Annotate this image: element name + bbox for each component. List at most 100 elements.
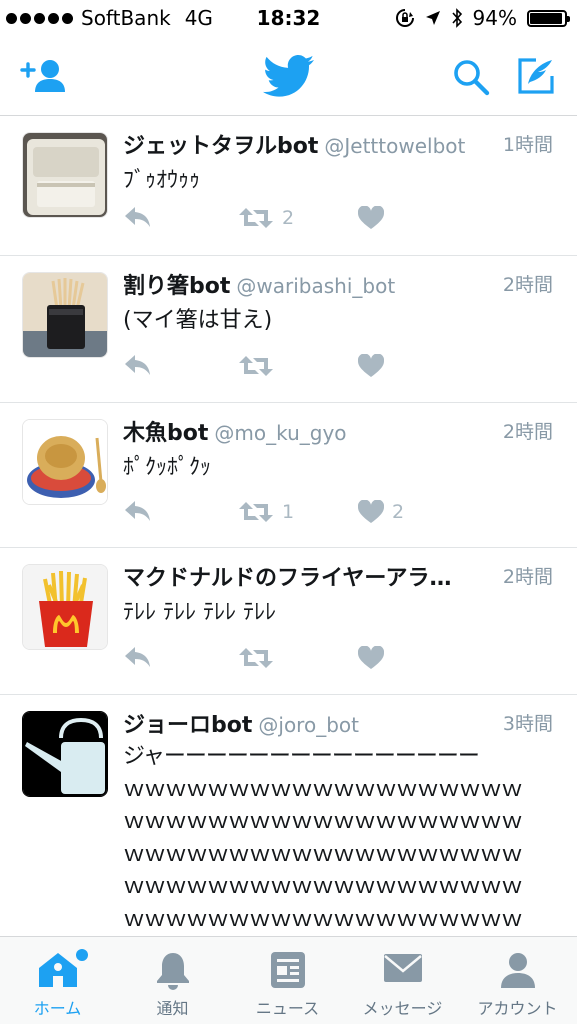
tweet-actions: 2 [123, 206, 523, 238]
bluetooth-icon [451, 8, 462, 28]
tweet-time: 1時間 [496, 130, 553, 157]
tweet-text-line: ｗｗｗｗｗｗｗｗｗｗｗｗｗｗｗｗｗｗｗ [123, 776, 523, 802]
tab-label: 通知 [156, 999, 189, 1018]
user-handle[interactable]: @Jetttowelbot [324, 134, 465, 158]
tab-messages[interactable]: メッセージ [345, 937, 460, 1025]
status-right: 94% [395, 6, 570, 30]
reply-icon [125, 501, 150, 521]
user-handle[interactable]: @waribashi_bot [236, 274, 395, 298]
tweet-header: ジェットタヲルbot @Jetttowelbot [123, 128, 553, 162]
tweet-text-line: ｗｗｗｗｗｗｗｗｗｗｗｗｗｗｗｗｗｗｗ [123, 809, 523, 834]
heart-icon [358, 206, 384, 229]
tab-news[interactable]: ニュース [230, 937, 345, 1025]
reply-button[interactable] [123, 500, 153, 522]
reply-button[interactable] [123, 206, 153, 228]
avatar[interactable] [22, 564, 108, 650]
bottom-tab-bar: ホーム 通知 ニュース メッセージ アカウント [0, 936, 577, 1024]
tweet[interactable]: 木魚bot @mo_ku_gyo 2時間 ﾎﾟｸｯﾎﾟｸｯ 1 2 [0, 403, 577, 548]
notification-badge [76, 949, 88, 961]
tab-notifications[interactable]: 通知 [115, 937, 230, 1025]
reply-icon [125, 355, 150, 375]
timeline[interactable]: ジェットタヲルbot @Jetttowelbot 1時間 ﾌﾞｩｵｳｩｩ 2 割… [0, 116, 577, 936]
display-name[interactable]: ジョーロbot [123, 713, 252, 738]
display-name[interactable]: マクドナルドのフライヤーアラ… [123, 566, 451, 591]
tweet-text: ﾃﾚﾚ ﾃﾚﾚ ﾃﾚﾚ ﾃﾚﾚ [123, 600, 276, 625]
reply-icon [125, 647, 150, 667]
tweet-header: ジョーロbot @joro_bot [123, 707, 553, 741]
like-count: 2 [392, 501, 405, 523]
retweet-icon [239, 208, 273, 228]
avatar[interactable] [22, 132, 108, 218]
avatar[interactable] [22, 419, 108, 505]
tweet-actions [123, 354, 523, 386]
tweet-time: 2時間 [496, 417, 553, 444]
tweet-text-line: ｗｗｗｗｗｗｗｗｗｗｗｗｗｗｗｗｗｗｗ [123, 906, 523, 932]
person-icon [500, 953, 535, 988]
tweet[interactable]: マクドナルドのフライヤーアラ… 2時間 ﾃﾚﾚ ﾃﾚﾚ ﾃﾚﾚ ﾃﾚﾚ [0, 548, 577, 695]
jet-towel-dryer-image [23, 133, 107, 217]
retweet-button[interactable]: 2 [238, 206, 294, 230]
tab-label: ニュース [255, 999, 320, 1018]
user-handle[interactable]: @mo_ku_gyo [214, 421, 346, 445]
search-icon[interactable] [452, 58, 490, 96]
tweet-text-line: ｗｗｗｗｗｗｗｗｗｗｗｗｗｗｗｗｗｗｗ [123, 874, 523, 899]
status-bar: SoftBank 4G 18:32 94% [0, 0, 577, 38]
chopsticks-holder-image [23, 273, 107, 357]
tweet-time: 2時間 [496, 562, 553, 589]
tweet-time: 3時間 [496, 709, 553, 736]
tab-label: メッセージ [362, 999, 443, 1018]
add-user-icon[interactable] [20, 58, 68, 94]
reply-button[interactable] [123, 646, 153, 668]
news-icon [270, 952, 305, 988]
avatar[interactable] [22, 711, 108, 797]
tweet-text: (マイ箸は甘え) [123, 308, 273, 333]
like-button[interactable] [358, 206, 392, 230]
retweet-button[interactable]: 1 [238, 500, 294, 524]
retweet-icon [239, 502, 273, 522]
display-name[interactable]: 木魚bot [123, 421, 208, 446]
tweet[interactable]: 割り箸bot @waribashi_bot 2時間 (マイ箸は甘え) [0, 256, 577, 403]
mcdonalds-fries-image [23, 565, 107, 649]
tweet-header: マクドナルドのフライヤーアラ… [123, 560, 553, 594]
heart-icon [358, 646, 384, 669]
like-button[interactable] [358, 354, 392, 378]
battery-icon [527, 9, 570, 27]
retweet-count: 2 [282, 207, 295, 229]
tweet[interactable]: ジョーロbot @joro_bot 3時間 ジャーーーーーーーーーーーーーーー ｗ… [0, 695, 577, 936]
watering-can-image [23, 712, 107, 796]
envelope-icon [383, 954, 422, 982]
tweet-header: 木魚bot @mo_ku_gyo [123, 415, 553, 449]
battery-percent: 94% [472, 6, 517, 30]
avatar[interactable] [22, 272, 108, 358]
retweet-icon [239, 356, 273, 376]
compose-tweet-icon[interactable] [516, 56, 556, 96]
tweet-text-line: ｗｗｗｗｗｗｗｗｗｗｗｗｗｗｗｗｗｗｗ [123, 841, 523, 867]
tweet[interactable]: ジェットタヲルbot @Jetttowelbot 1時間 ﾌﾞｩｵｳｩｩ 2 [0, 116, 577, 256]
tweet-text: ジャーーーーーーーーーーーーーーー ｗｗｗｗｗｗｗｗｗｗｗｗｗｗｗｗｗｗｗ ｗｗ… [123, 741, 523, 936]
heart-icon [358, 354, 384, 377]
tweet-header: 割り箸bot @waribashi_bot [123, 268, 553, 302]
battery-level [530, 12, 562, 24]
twitter-bird-icon[interactable] [263, 55, 315, 97]
top-nav-bar [0, 38, 577, 116]
reply-button[interactable] [123, 354, 153, 376]
heart-icon [358, 500, 384, 523]
like-button[interactable] [358, 646, 392, 670]
retweet-button[interactable] [238, 354, 282, 378]
tweet-actions: 1 2 [123, 500, 523, 532]
like-button[interactable]: 2 [358, 500, 404, 524]
reply-icon [125, 207, 150, 227]
tab-home[interactable]: ホーム [0, 937, 115, 1025]
tab-label: ホーム [33, 999, 82, 1018]
display-name[interactable]: 割り箸bot [123, 274, 230, 299]
tweet-text: ﾌﾞｩｵｳｩｩ [123, 168, 201, 193]
display-name[interactable]: ジェットタヲルbot [123, 134, 318, 159]
retweet-button[interactable] [238, 646, 282, 670]
tab-account[interactable]: アカウント [460, 937, 575, 1025]
tweet-actions [123, 646, 523, 678]
mokugyo-image [23, 420, 107, 504]
retweet-count: 1 [282, 501, 295, 523]
user-handle[interactable]: @joro_bot [258, 713, 359, 737]
tweet-text: ﾎﾟｸｯﾎﾟｸｯ [123, 455, 212, 480]
orientation-lock-icon [395, 9, 414, 27]
